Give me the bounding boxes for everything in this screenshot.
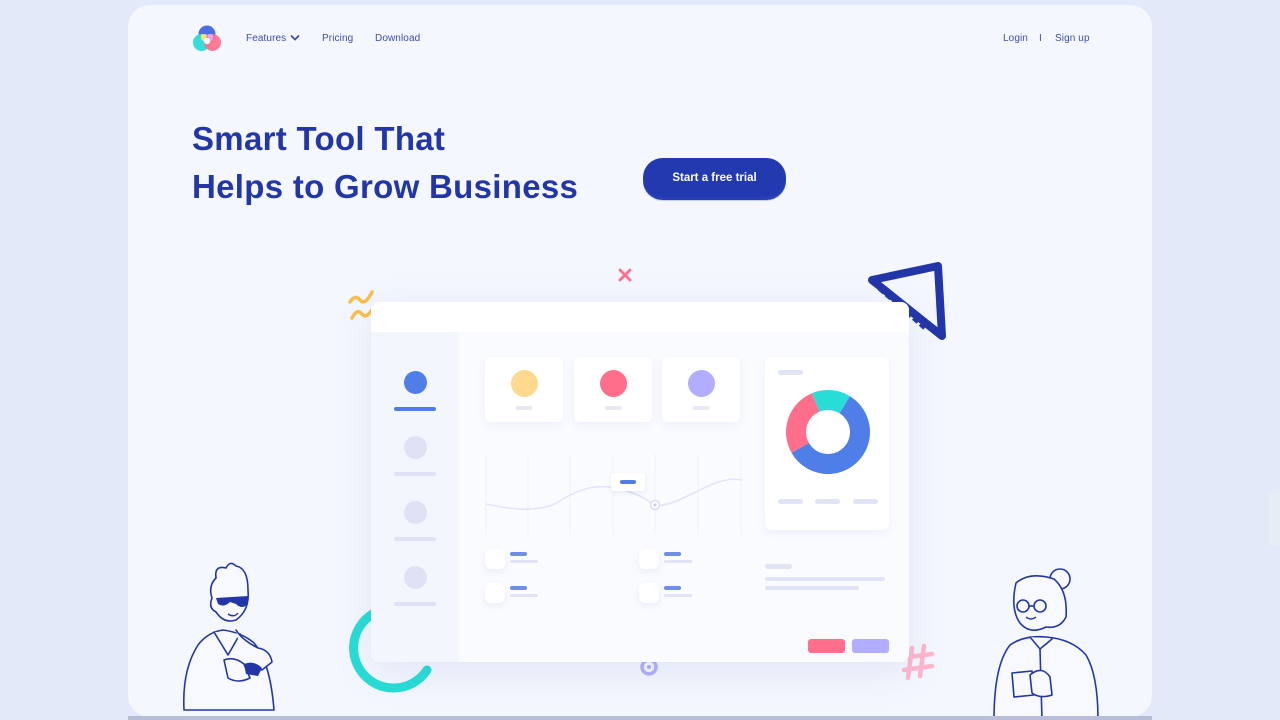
donut-card bbox=[765, 357, 889, 530]
dashboard-mockup bbox=[371, 302, 909, 662]
list-item-icon bbox=[639, 549, 659, 569]
side-tab[interactable] bbox=[1269, 491, 1280, 546]
nav-signup[interactable]: Sign up bbox=[1055, 33, 1090, 44]
mockup-sidebar bbox=[371, 332, 459, 662]
list-item-icon bbox=[485, 583, 505, 603]
list-item-subtitle bbox=[664, 560, 692, 563]
donut-chart bbox=[786, 390, 870, 474]
landing-page: Features Pricing Download Login I Sign u… bbox=[128, 5, 1152, 717]
list-item-title bbox=[664, 586, 681, 590]
sidebar-label bbox=[394, 472, 436, 476]
list-item-subtitle bbox=[664, 594, 692, 597]
mockup-main bbox=[459, 332, 909, 662]
stat-label bbox=[605, 406, 621, 410]
sidebar-label bbox=[394, 602, 436, 606]
donut-card-title bbox=[778, 370, 803, 375]
stat-card bbox=[662, 357, 740, 422]
pink-cross-icon bbox=[618, 268, 632, 282]
list-item-subtitle bbox=[510, 560, 538, 563]
info-title bbox=[765, 564, 792, 569]
mockup-titlebar bbox=[371, 302, 909, 332]
stat-label bbox=[516, 406, 532, 410]
list-item-title bbox=[510, 552, 527, 556]
info-text-line bbox=[765, 586, 859, 590]
nav-pricing[interactable]: Pricing bbox=[322, 33, 353, 44]
list-item-title bbox=[510, 586, 527, 590]
line-chart bbox=[485, 454, 742, 534]
nav-features[interactable]: Features bbox=[246, 33, 286, 44]
list-item-icon bbox=[485, 549, 505, 569]
donut-segment-pink bbox=[786, 393, 820, 453]
legend-item bbox=[853, 499, 878, 504]
mockup-confirm-button[interactable] bbox=[852, 639, 889, 653]
sidebar-avatar-active bbox=[404, 371, 427, 394]
sidebar-label bbox=[394, 537, 436, 541]
sidebar-avatar bbox=[404, 436, 427, 459]
list-item-subtitle bbox=[510, 594, 538, 597]
hero-title-line1: Smart Tool That bbox=[192, 120, 446, 157]
tooltip-value bbox=[620, 480, 636, 484]
chart-tooltip bbox=[611, 473, 645, 491]
legend-item bbox=[778, 499, 803, 504]
mockup-cancel-button[interactable] bbox=[808, 639, 845, 653]
stat-label bbox=[693, 406, 709, 410]
boy-with-gamepad-illustration bbox=[182, 562, 275, 711]
woman-with-cup-illustration bbox=[993, 568, 1099, 717]
brand-logo-icon[interactable] bbox=[192, 24, 222, 54]
bottom-scroll-edge bbox=[128, 716, 1152, 720]
stat-dot-purple bbox=[688, 370, 715, 397]
stat-dot-yellow bbox=[511, 370, 538, 397]
hero-title-line2: Helps to Grow Business bbox=[192, 168, 579, 205]
stat-card bbox=[485, 357, 563, 422]
nav-login[interactable]: Login bbox=[1003, 33, 1028, 44]
start-free-trial-button[interactable]: Start a free trial bbox=[643, 158, 786, 197]
nav-download[interactable]: Download bbox=[375, 33, 420, 44]
stat-dot-pink bbox=[600, 370, 627, 397]
legend-item bbox=[815, 499, 840, 504]
info-text-line bbox=[765, 577, 885, 581]
stat-card bbox=[574, 357, 652, 422]
sidebar-avatar bbox=[404, 566, 427, 589]
nav-separator: I bbox=[1039, 33, 1042, 44]
hero-title: Smart Tool That Helps to Grow Business bbox=[192, 115, 578, 211]
list-item-title bbox=[664, 552, 681, 556]
chevron-down-icon[interactable] bbox=[290, 33, 300, 43]
sidebar-label-active bbox=[394, 407, 436, 411]
sidebar-avatar bbox=[404, 501, 427, 524]
list-item-icon bbox=[639, 583, 659, 603]
